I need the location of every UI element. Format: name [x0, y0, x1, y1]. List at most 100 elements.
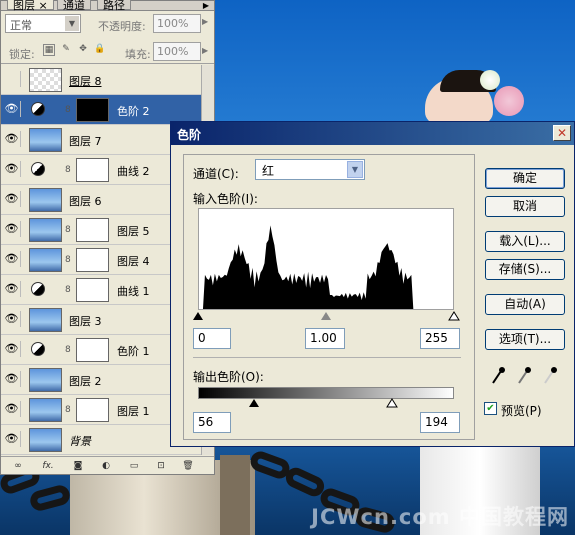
- output-black-field[interactable]: 56: [193, 412, 231, 433]
- lock-row: 锁定: ▦ ✎ ✥ 🔒 填充: 100% ▶: [1, 40, 214, 64]
- fill-field[interactable]: 100%: [153, 42, 201, 61]
- white-eyedropper-icon[interactable]: [541, 365, 559, 387]
- watermark: JCWcn.com 中国教程网: [311, 505, 569, 529]
- layer-mask-thumbnail[interactable]: [76, 338, 109, 362]
- input-slider[interactable]: [193, 311, 460, 321]
- layer-thumbnail[interactable]: [29, 248, 62, 272]
- layer-mask-thumbnail[interactable]: [76, 278, 109, 302]
- black-eyedropper-icon[interactable]: [489, 365, 507, 387]
- fill-arrow-icon[interactable]: ▶: [202, 46, 208, 55]
- load-button[interactable]: 载入(L)...: [485, 231, 565, 252]
- lock-transparency-icon[interactable]: ▦: [43, 44, 55, 56]
- eye-icon[interactable]: 👁: [3, 191, 21, 207]
- layer-thumbnail[interactable]: [29, 68, 62, 92]
- tab-paths[interactable]: 路径: [97, 0, 131, 12]
- chain-icon[interactable]: 8: [65, 224, 71, 236]
- panel-menu-icon[interactable]: ▶: [200, 1, 212, 11]
- chevron-down-icon: ▼: [347, 161, 363, 178]
- preview-label: 预览(P): [501, 404, 542, 418]
- chain-icon[interactable]: 8: [65, 344, 71, 356]
- eye-icon[interactable]: 👁: [3, 371, 21, 387]
- stone-pillar-shadow: [220, 455, 250, 535]
- layer-mask-thumbnail[interactable]: [76, 248, 109, 272]
- layer-name: 图层 6: [69, 195, 102, 208]
- eye-icon[interactable]: 👁: [3, 221, 21, 237]
- chain-icon[interactable]: 8: [65, 404, 71, 416]
- options-button[interactable]: 选项(T)...: [485, 329, 565, 350]
- input-white-slider-handle[interactable]: [448, 311, 460, 321]
- folder-icon[interactable]: ▭: [127, 460, 141, 472]
- new-layer-icon[interactable]: ⊡: [154, 460, 168, 472]
- preview-checkbox[interactable]: ✔: [484, 402, 497, 415]
- layer-thumbnail[interactable]: [29, 188, 62, 212]
- chain-icon[interactable]: 8: [65, 284, 71, 296]
- gray-eyedropper-icon[interactable]: [515, 365, 533, 387]
- output-white-slider-handle[interactable]: [386, 398, 398, 408]
- eye-icon[interactable]: 👁: [3, 431, 21, 447]
- input-levels-label: 输入色阶(I):: [193, 192, 258, 206]
- output-black-slider-handle[interactable]: [249, 399, 259, 407]
- layer-thumbnail[interactable]: [29, 128, 62, 152]
- layer-name: 图层 4: [117, 255, 150, 268]
- lock-paint-icon[interactable]: ✎: [60, 44, 72, 56]
- blend-mode-value: 正常: [10, 19, 32, 32]
- output-gradient-bar: [198, 387, 454, 399]
- input-black-slider-handle[interactable]: [193, 312, 203, 320]
- opacity-field[interactable]: 100%: [153, 14, 201, 33]
- input-gamma-field[interactable]: 1.00: [305, 328, 345, 349]
- layer-mask-thumbnail[interactable]: [76, 158, 109, 182]
- output-white-field[interactable]: 194: [420, 412, 460, 433]
- layer-mask-thumbnail[interactable]: [76, 218, 109, 242]
- adjustment-layer-icon: [31, 282, 45, 296]
- chain-icon[interactable]: 8: [65, 254, 71, 266]
- input-black-field[interactable]: 0: [193, 328, 231, 349]
- layer-row[interactable]: 图层 8: [1, 65, 201, 95]
- eye-icon[interactable]: 👁: [3, 161, 21, 177]
- layer-thumbnail[interactable]: [29, 398, 62, 422]
- tab-layers[interactable]: 图层 ×: [7, 0, 54, 12]
- mask-icon[interactable]: ◙: [71, 460, 85, 472]
- link-icon[interactable]: ∞: [11, 460, 25, 472]
- adjustment-icon[interactable]: ◐: [99, 460, 113, 472]
- lock-label: 锁定:: [9, 48, 35, 61]
- layer-thumbnail[interactable]: [29, 218, 62, 242]
- layer-mask-thumbnail[interactable]: [76, 398, 109, 422]
- lock-all-icon[interactable]: 🔒: [94, 44, 106, 56]
- lock-move-icon[interactable]: ✥: [77, 44, 89, 56]
- save-button[interactable]: 存储(S)...: [485, 259, 565, 280]
- tab-channels[interactable]: 通道: [57, 0, 91, 12]
- channel-select[interactable]: 红 ▼: [255, 159, 365, 180]
- layer-thumbnail[interactable]: [29, 308, 62, 332]
- input-white-field[interactable]: 255: [420, 328, 460, 349]
- blend-mode-select[interactable]: 正常 ▼: [5, 14, 81, 33]
- trash-icon[interactable]: 🗑: [181, 460, 195, 472]
- layer-thumbnail[interactable]: [29, 368, 62, 392]
- fx-icon[interactable]: fx.: [41, 460, 55, 472]
- eye-icon[interactable]: 👁: [3, 101, 21, 117]
- layer-mask-thumbnail[interactable]: [76, 98, 109, 122]
- eye-icon[interactable]: 👁: [3, 341, 21, 357]
- layer-name: 图层 2: [69, 375, 102, 388]
- layer-name: 图层 1: [117, 405, 150, 418]
- close-icon[interactable]: ✕: [553, 125, 571, 141]
- eye-icon[interactable]: [3, 71, 21, 87]
- dialog-titlebar[interactable]: 色阶 ✕: [171, 122, 574, 145]
- cancel-button[interactable]: 取消: [485, 196, 565, 217]
- eye-icon[interactable]: 👁: [3, 401, 21, 417]
- layer-name: 图层 5: [117, 225, 150, 238]
- ok-button[interactable]: 确定: [485, 168, 565, 189]
- output-slider[interactable]: [198, 398, 454, 409]
- layer-thumbnail[interactable]: [29, 428, 62, 452]
- auto-button[interactable]: 自动(A): [485, 294, 565, 315]
- eye-icon[interactable]: 👁: [3, 251, 21, 267]
- channel-label: 通道(C):: [193, 167, 239, 181]
- chain-icon[interactable]: 8: [65, 164, 71, 176]
- opacity-arrow-icon[interactable]: ▶: [202, 17, 208, 26]
- eye-icon[interactable]: 👁: [3, 131, 21, 147]
- eye-icon[interactable]: 👁: [3, 311, 21, 327]
- chain-icon[interactable]: 8: [65, 104, 71, 116]
- input-gamma-slider-handle[interactable]: [321, 312, 331, 320]
- adjustment-layer-icon: [31, 102, 45, 116]
- chevron-down-icon: ▼: [65, 16, 79, 31]
- eye-icon[interactable]: 👁: [3, 281, 21, 297]
